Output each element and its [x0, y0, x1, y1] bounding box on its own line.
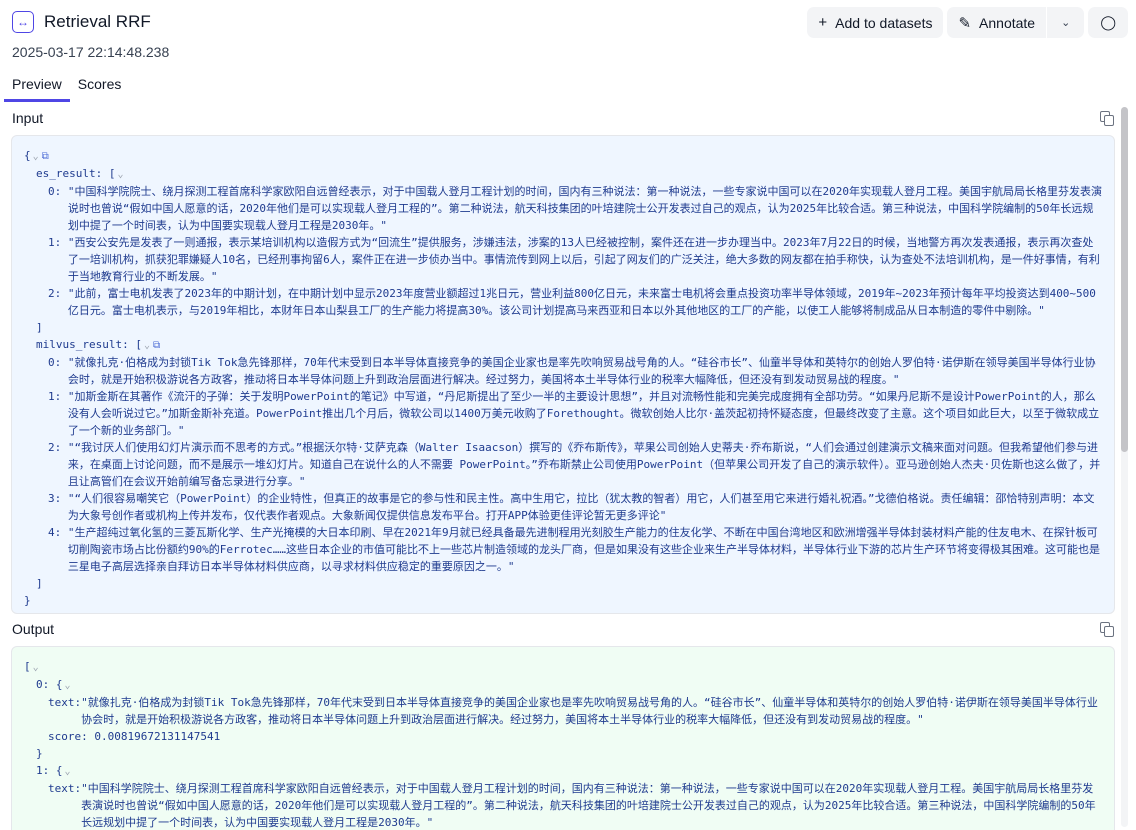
list-item: 2: "“我讨厌人们使用幻灯片演示而不思考的方式。”根据沃尔特·艾萨克森（Wal… [48, 441, 1101, 488]
tab-preview[interactable]: Preview [4, 72, 70, 102]
input-section-header: Input [12, 106, 1114, 130]
header-actions: + Add to datasets ✎ Annotate ⌄ ◯ [807, 7, 1128, 38]
milvus-result-value: "生产超纯过氧化氢的三菱瓦斯化学、生产光掩模的大日本印刷、早在2021年9月就已… [67, 526, 1100, 573]
chevron-down-icon[interactable]: ⌄ [117, 169, 123, 180]
span-type-icon: ↔ [12, 11, 34, 33]
milvus-result-value: "“人们很容易嘲笑它（PowerPoint）的企业特性，但真正的故事是它的参与性… [67, 492, 1095, 522]
es-result-value: "此前，富士电机发表了2023年的中期计划，在中期计划中显示2023年度营业额超… [67, 287, 1096, 317]
list-item: 1: "加斯金斯在其著作《流汗的子弹：关于发明PowerPoint的笔记》中写道… [24, 388, 1102, 439]
preview-content: Input {⌄ ⧉ es_result: [⌄ 0: "中国科学院院士、绕月探测… [0, 104, 1136, 830]
output-text-value: "中国科学院院士、绕月探测工程首席科学家欧阳自远曾经表示，对于中国载人登月工程计… [81, 782, 1096, 829]
annotate-label: Annotate [979, 14, 1036, 31]
scrollbar[interactable] [1121, 107, 1128, 827]
trace-header: ↔ Retrieval RRF 2025-03-17 22:14:48.238 … [0, 0, 1136, 102]
output-score-value: 0.00819672131147541 [94, 730, 221, 743]
add-to-datasets-button[interactable]: + Add to datasets [807, 7, 944, 38]
milvus-result-value: "就像扎克·伯格成为封锁Tik Tok急先锋那样，70年代末受到日本半导体直接竞… [67, 356, 1096, 386]
timestamp: 2025-03-17 22:14:48.238 [12, 44, 170, 60]
list-item: 0: "中国科学院院士、绕月探测工程首席科学家欧阳自远曾经表示，对于中国载人登月… [48, 185, 1102, 232]
chevron-down-icon[interactable]: ⌄ [144, 340, 150, 351]
output-item-score: score: 0.00819672131147541 [48, 730, 221, 743]
chevron-down-icon[interactable]: ⌄ [65, 680, 71, 691]
chevron-down-icon[interactable]: ⌄ [33, 662, 39, 673]
annotate-dropdown-button[interactable]: ⌄ [1046, 7, 1085, 38]
tabs: Preview Scores [4, 72, 137, 102]
scrollbar-thumb[interactable] [1121, 107, 1128, 452]
milvus-result-value: "加斯金斯在其著作《流汗的子弹：关于发明PowerPoint的笔记》中写道，“丹… [67, 390, 1100, 437]
page-title: Retrieval RRF [44, 12, 151, 31]
list-item: 2: "此前，富士电机发表了2023年的中期计划，在中期计划中显示2023年度营… [24, 285, 1102, 319]
es-result-value: "中国科学院院士、绕月探测工程首席科学家欧阳自远曾经表示，对于中国载人登月工程计… [67, 185, 1102, 232]
json-open-bracket: [⌄ [24, 660, 39, 673]
copy-icon[interactable]: ⧉ [153, 340, 160, 351]
output-label: Output [12, 621, 55, 637]
add-to-datasets-label: Add to datasets [835, 14, 933, 31]
list-item: 1: "西安公安先是发表了一则通报，表示某培训机构以造假方式为“回流生”提供服务… [24, 234, 1102, 285]
chevron-down-icon[interactable]: ⌄ [65, 766, 71, 777]
annotate-button-group: ✎ Annotate ⌄ [947, 7, 1085, 38]
es-result-key-line: es_result: [⌄ [36, 167, 124, 180]
json-close-bracket: ] [36, 321, 43, 334]
input-label: Input [12, 110, 44, 126]
output-json-viewer: [⌄ 0: {⌄ text: "就像扎克·伯格成为封锁Tik Tok急先锋那样，… [11, 646, 1115, 830]
output-text-value: "就像扎克·伯格成为封锁Tik Tok急先锋那样，70年代末受到日本半导体直接竞… [81, 696, 1098, 726]
title-row: ↔ Retrieval RRF [12, 8, 151, 36]
json-close-bracket: ] [36, 577, 43, 590]
output-section-header: Output [12, 617, 1114, 641]
output-item-close: } [36, 747, 43, 760]
copy-icon[interactable] [1100, 622, 1114, 637]
copy-icon[interactable] [1100, 111, 1114, 126]
milvus-result-value: "“我讨厌人们使用幻灯片演示而不思考的方式。”根据沃尔特·艾萨克森（Walter… [67, 441, 1101, 488]
output-item-text: text: "中国科学院院士、绕月探测工程首席科学家欧阳自远曾经表示，对于中国载… [24, 780, 1102, 830]
output-item-text: text: "就像扎克·伯格成为封锁Tik Tok急先锋那样，70年代末受到日本… [24, 694, 1102, 728]
comment-button[interactable]: ◯ [1088, 7, 1128, 38]
copy-icon[interactable]: ⧉ [42, 151, 49, 162]
edit-icon: ✎ [958, 14, 972, 32]
milvus-result-key: milvus_result: [36, 338, 129, 351]
output-item-open: 0: {⌄ [36, 678, 71, 691]
input-json-viewer: {⌄ ⧉ es_result: [⌄ 0: "中国科学院院士、绕月探测工程首席科学… [11, 135, 1115, 614]
es-result-value: "西安公安先是发表了一则通报，表示某培训机构以造假方式为“回流生”提供服务，涉嫌… [67, 236, 1100, 283]
tab-scores[interactable]: Scores [78, 72, 122, 102]
milvus-result-key-line: milvus_result: [⌄ ⧉ [36, 338, 161, 351]
chevron-down-icon: ⌄ [1061, 17, 1071, 29]
list-item: 4: "生产超纯过氧化氢的三菱瓦斯化学、生产光掩模的大日本印刷、早在2021年9… [24, 524, 1102, 575]
list-item: 0: "就像扎克·伯格成为封锁Tik Tok急先锋那样，70年代末受到日本半导体… [24, 354, 1102, 388]
json-open-brace: {⌄ ⧉ [24, 149, 49, 162]
comment-icon: ◯ [1100, 14, 1116, 30]
es-result-key: es_result: [36, 167, 103, 180]
output-item-open: 1: {⌄ [36, 764, 71, 777]
chevron-down-icon[interactable]: ⌄ [33, 151, 39, 162]
annotate-button[interactable]: ✎ Annotate [947, 7, 1047, 38]
json-close-brace: } [24, 594, 31, 607]
list-item: 3: "“人们很容易嘲笑它（PowerPoint）的企业特性，但真正的故事是它的… [24, 490, 1102, 524]
plus-icon: + [818, 14, 828, 31]
